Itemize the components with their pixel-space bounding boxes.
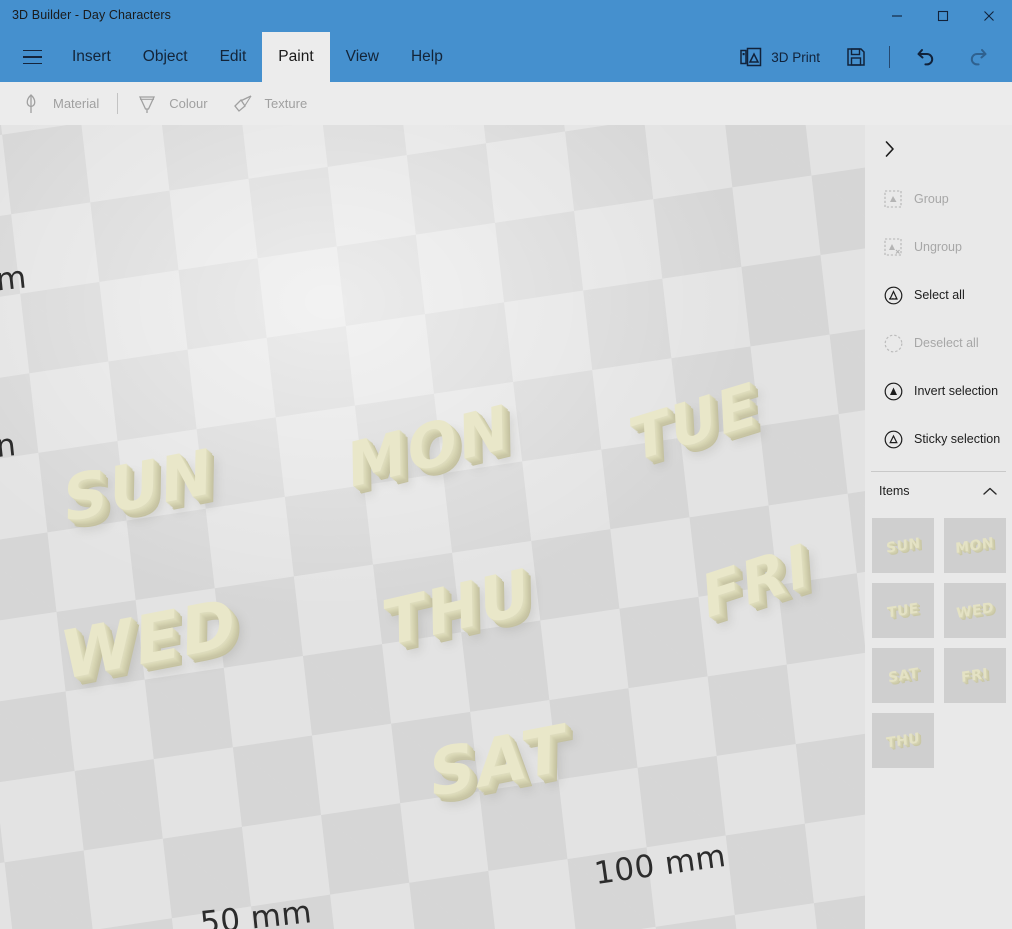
material-tool-label: Material: [53, 96, 99, 111]
invert-selection-icon: [883, 381, 903, 401]
ungroup-icon: [883, 237, 903, 257]
sticky-selection-icon: [883, 429, 903, 449]
action-deselect-all[interactable]: Deselect all: [865, 319, 1012, 367]
action-sticky-selection[interactable]: Sticky selection: [865, 415, 1012, 463]
colour-tool[interactable]: Colour: [124, 82, 219, 125]
3d-print-label: 3D Print: [771, 50, 820, 65]
app-root: 3D Builder - Day Characters: [0, 0, 1012, 929]
item-thumbnail-label: WED: [956, 599, 995, 621]
action-ungroup-label: Ungroup: [914, 240, 962, 254]
toolbar-divider: [889, 46, 890, 68]
action-sticky-selection-label: Sticky selection: [914, 432, 1000, 446]
menu-item-insert[interactable]: Insert: [56, 32, 127, 82]
right-side-panel: Group Ungroup: [865, 125, 1012, 929]
action-group[interactable]: Group: [865, 175, 1012, 223]
item-thumbnail-tue[interactable]: TUE: [872, 583, 934, 638]
menu-item-help[interactable]: Help: [395, 32, 459, 82]
texture-tool[interactable]: Texture: [220, 82, 320, 125]
item-thumbnail-wed[interactable]: WED: [944, 583, 1006, 638]
items-section-header[interactable]: Items: [865, 472, 1012, 510]
item-thumbnail-label: MON: [955, 534, 994, 556]
item-thumbnail-thu[interactable]: THU: [872, 713, 934, 768]
item-thumbnail-label: SAT: [887, 665, 918, 686]
minimize-button[interactable]: [874, 0, 920, 32]
3d-print-icon: [740, 47, 762, 67]
action-invert-selection-label: Invert selection: [914, 384, 998, 398]
window-title: 3D Builder - Day Characters: [12, 8, 171, 22]
material-tool[interactable]: Material: [8, 82, 111, 125]
texture-tool-label: Texture: [265, 96, 308, 111]
3d-print-button[interactable]: 3D Print: [727, 32, 833, 82]
save-floppy-icon: [846, 47, 866, 67]
chevron-right-icon: [883, 140, 897, 158]
close-icon: [983, 10, 995, 22]
menu-bar: Insert Object Edit Paint View Help 3D Pr…: [0, 32, 1012, 82]
undo-arrow-icon: [913, 44, 939, 70]
item-thumbnail-sat[interactable]: SAT: [872, 648, 934, 703]
3d-viewport[interactable]: SUN MON TUE WED THU FRI SAT 50 mm 100 mm…: [0, 125, 865, 929]
maximize-button[interactable]: [920, 0, 966, 32]
save-button[interactable]: [833, 32, 879, 82]
chevron-up-icon[interactable]: [982, 486, 998, 496]
item-thumbnail-label: SUN: [885, 535, 920, 556]
dimension-label-clipped-top: m: [0, 259, 29, 298]
items-thumbnail-grid: SUN MON TUE WED SAT FRI THU: [865, 510, 1012, 768]
deselect-all-icon: [883, 333, 903, 353]
panel-expand-button[interactable]: [865, 125, 1012, 173]
hamburger-menu-icon[interactable]: [8, 32, 56, 82]
item-thumbnail-fri[interactable]: FRI: [944, 648, 1006, 703]
minimize-icon: [891, 10, 903, 22]
action-group-label: Group: [914, 192, 949, 206]
menu-item-paint[interactable]: Paint: [262, 32, 329, 82]
item-thumbnail-label: THU: [886, 730, 921, 751]
selection-actions: Group Ungroup: [865, 173, 1012, 463]
colour-bucket-icon: [136, 93, 158, 115]
maximize-icon: [937, 10, 949, 22]
action-ungroup[interactable]: Ungroup: [865, 223, 1012, 271]
menu-item-edit[interactable]: Edit: [204, 32, 263, 82]
item-thumbnail-mon[interactable]: MON: [944, 518, 1006, 573]
quick-actions: 3D Print: [727, 32, 1004, 82]
close-button[interactable]: [966, 0, 1012, 32]
undo-button[interactable]: [900, 32, 952, 82]
paint-tool-ribbon: Material Colour: [0, 82, 1012, 125]
action-invert-selection[interactable]: Invert selection: [865, 367, 1012, 415]
group-icon: [883, 189, 903, 209]
colour-tool-label: Colour: [169, 96, 207, 111]
material-drop-icon: [20, 93, 42, 115]
menu-items: Insert Object Edit Paint View Help: [56, 32, 459, 82]
ribbon-divider: [117, 93, 118, 114]
action-select-all[interactable]: Select all: [865, 271, 1012, 319]
redo-arrow-icon: [965, 44, 991, 70]
select-all-icon: [883, 285, 903, 305]
redo-button[interactable]: [952, 32, 1004, 82]
texture-brush-icon: [232, 93, 254, 115]
menu-item-object[interactable]: Object: [127, 32, 204, 82]
item-thumbnail-sun[interactable]: SUN: [872, 518, 934, 573]
item-thumbnail-label: FRI: [961, 665, 989, 685]
item-thumbnail-label: TUE: [887, 600, 919, 621]
menu-item-view[interactable]: View: [330, 32, 395, 82]
items-title: Items: [879, 484, 910, 498]
title-bar: 3D Builder - Day Characters: [0, 0, 1012, 32]
action-select-all-label: Select all: [914, 288, 965, 302]
window-controls: [874, 0, 1012, 32]
action-deselect-all-label: Deselect all: [914, 336, 979, 350]
